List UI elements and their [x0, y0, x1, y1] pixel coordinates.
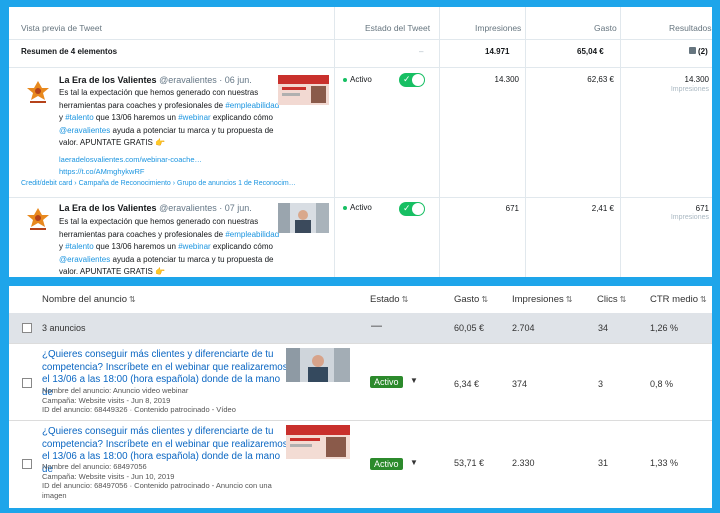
tweet-status: Activo	[343, 203, 372, 212]
row-results: 14.300	[684, 75, 709, 84]
hashtag-link[interactable]: #webinar	[178, 113, 210, 122]
summary-results: (2)	[698, 47, 708, 56]
status-dot-icon	[343, 205, 347, 210]
header-clicks[interactable]: Clics ⇅	[597, 294, 626, 305]
active-toggle[interactable]: ✓	[399, 202, 425, 216]
author-name: La Era de los Valientes	[59, 203, 157, 213]
row-checkbox[interactable]	[22, 459, 32, 469]
caret-down-icon[interactable]: ▼	[410, 376, 418, 385]
row-clicks: 31	[598, 458, 609, 468]
author-handle: @eravalientes · 07 jun.	[159, 203, 252, 213]
header-ad-name[interactable]: Nombre del anuncio ⇅	[42, 294, 136, 305]
header-spend[interactable]: Gasto	[594, 23, 617, 33]
hashtag-link[interactable]: #empleabilidad	[225, 101, 279, 110]
column-divider	[525, 7, 526, 277]
summary-spend: 65,04 €	[577, 47, 604, 56]
row-results: 671	[695, 204, 709, 213]
column-divider	[334, 7, 335, 277]
row-divider	[9, 197, 712, 198]
caret-down-icon[interactable]: ▼	[410, 458, 418, 467]
summary-spend: 60,05 €	[454, 323, 485, 333]
sort-icon[interactable]: ⇅	[481, 295, 488, 304]
author-name: La Era de los Valientes	[59, 75, 157, 85]
row-ctr: 1,33 %	[650, 458, 679, 468]
check-icon: ✓	[403, 203, 411, 213]
brand-logo-icon	[25, 79, 51, 105]
row-divider	[9, 39, 712, 40]
summary-status: —	[371, 320, 382, 332]
hashtag-link[interactable]: #empleabilidad	[225, 230, 279, 239]
sort-icon[interactable]: ⇅	[566, 295, 573, 304]
summary-impressions: 2.704	[512, 323, 535, 333]
column-divider	[439, 7, 440, 277]
header-ctr[interactable]: CTR medio ⇅	[650, 294, 707, 305]
twitter-ads-panel: Vista previa de Tweet Estado del Tweet I…	[9, 7, 712, 277]
header-preview[interactable]: Vista previa de Tweet	[21, 23, 102, 33]
header-impressions[interactable]: Impresiones ⇅	[512, 294, 572, 305]
status-dot-icon	[343, 77, 347, 82]
author-handle: @eravalientes · 06 jun.	[159, 75, 252, 85]
tweet-text: Es tal la expectación que hemos generado…	[59, 88, 280, 148]
header-impressions[interactable]: Impresiones	[475, 23, 521, 33]
summary-label: 3 anuncios	[42, 323, 86, 333]
row-spend: 53,71 €	[454, 458, 485, 468]
hashtag-link[interactable]: #talento	[65, 242, 93, 251]
row-clicks: 3	[598, 379, 604, 389]
brand-logo-icon	[25, 206, 51, 232]
column-divider	[620, 7, 621, 277]
row-divider	[9, 343, 712, 344]
tweet-url-link[interactable]: laeradelosvalientes.com/webinar-coache…	[59, 155, 202, 164]
sort-icon[interactable]: ⇅	[620, 295, 627, 304]
ad-image-thumbnail[interactable]	[286, 425, 350, 459]
summary-status: –	[419, 47, 424, 56]
summary-clicks: 34	[598, 323, 609, 333]
tweet-status: Activo	[343, 75, 372, 84]
sort-icon[interactable]: ⇅	[402, 295, 409, 304]
row-impressions: 14.300	[494, 75, 519, 84]
header-results[interactable]: Resultados	[669, 23, 712, 33]
header-spend[interactable]: Gasto ⇅	[454, 294, 488, 305]
row-spend: 62,63 €	[587, 75, 614, 84]
tweet-media-thumbnail[interactable]	[278, 75, 329, 105]
summary-ctr: 1,26 %	[650, 323, 679, 333]
header-status[interactable]: Estado del Tweet	[365, 23, 430, 33]
row-divider	[9, 420, 712, 421]
row-divider	[9, 67, 712, 68]
summary-impressions: 14.971	[485, 47, 510, 56]
linkedin-ads-panel: Nombre del anuncio ⇅ Estado ⇅ Gasto ⇅ Impre…	[9, 286, 712, 508]
row-checkbox[interactable]	[22, 378, 32, 388]
hashtag-link[interactable]: #webinar	[178, 242, 210, 251]
row-impressions: 374	[512, 379, 528, 389]
mention-link[interactable]: @eravalientes	[59, 126, 110, 135]
ad-status-badge[interactable]: Activo	[370, 376, 403, 388]
header-status[interactable]: Estado ⇅	[370, 294, 408, 305]
tweet-media-thumbnail[interactable]	[278, 203, 329, 233]
row-spend: 6,34 €	[454, 379, 480, 389]
ad-video-thumbnail[interactable]	[286, 348, 350, 382]
tweet-short-link[interactable]: https://t.co/AMmghykwRF	[59, 167, 144, 176]
hashtag-link[interactable]: #talento	[65, 113, 93, 122]
sort-icon[interactable]: ⇅	[129, 295, 136, 304]
select-all-checkbox[interactable]	[22, 323, 32, 333]
sort-icon[interactable]: ⇅	[700, 295, 707, 304]
row-spend: 2,41 €	[591, 204, 614, 213]
ad-status-badge[interactable]: Activo	[370, 458, 403, 470]
ad-meta: Nombre del anuncio: Anuncio video webina…	[42, 386, 236, 414]
mention-link[interactable]: @eravalientes	[59, 255, 110, 264]
tweet-author[interactable]: La Era de los Valientes @eravalientes · …	[59, 203, 252, 213]
row-ctr: 0,8 %	[650, 379, 674, 389]
row-results-label: Impresiones	[670, 214, 709, 221]
row-impressions: 671	[505, 204, 519, 213]
tweet-author[interactable]: La Era de los Valientes @eravalientes · …	[59, 75, 252, 85]
ad-meta: Nombre del anuncio: 68497056 Campaña: We…	[42, 462, 272, 500]
active-toggle[interactable]: ✓	[399, 73, 425, 87]
check-icon: ✓	[403, 74, 411, 84]
results-icon	[689, 47, 696, 54]
row-results-label: Impresiones	[670, 86, 709, 93]
row-impressions: 2.330	[512, 458, 535, 468]
tweet-text: Es tal la expectación que hemos generado…	[59, 217, 280, 277]
campaign-breadcrumb[interactable]: Credit/debit card › Campaña de Reconocim…	[21, 180, 296, 187]
summary-label: Resumen de 4 elementos	[21, 47, 118, 56]
